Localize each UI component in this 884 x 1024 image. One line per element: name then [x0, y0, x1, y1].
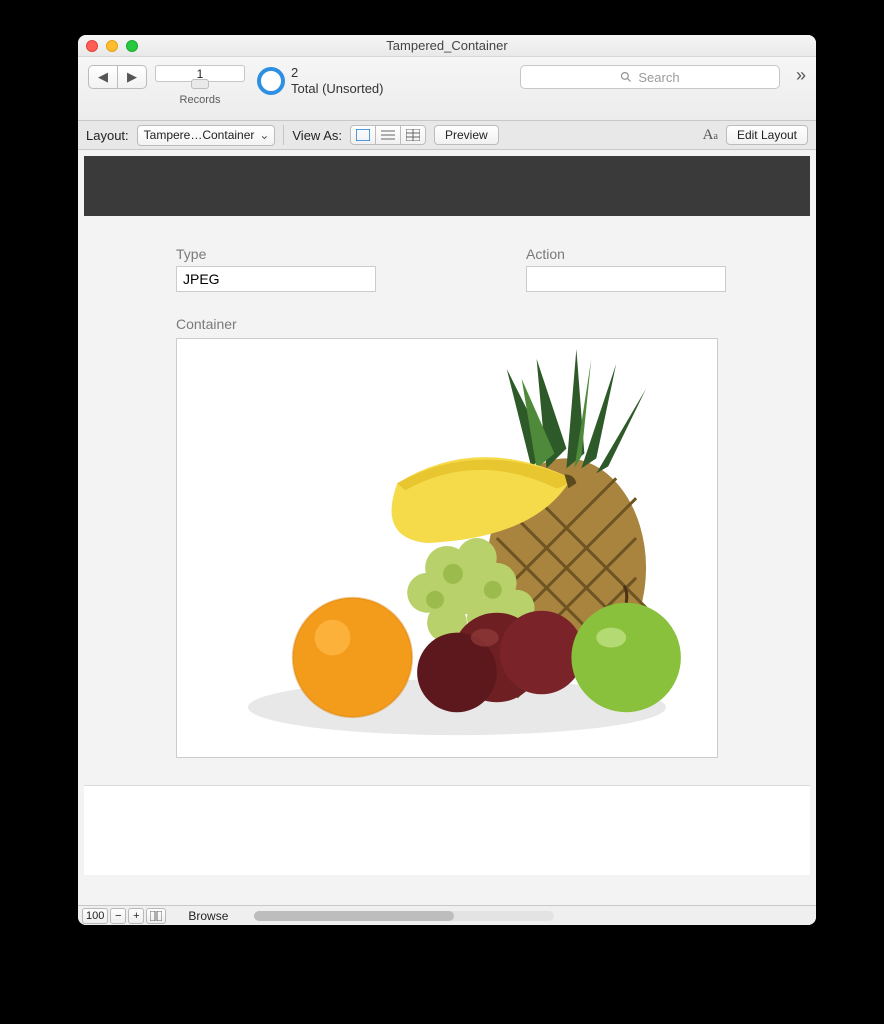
edit-layout-button[interactable]: Edit Layout — [726, 125, 808, 145]
view-list-button[interactable] — [375, 125, 401, 145]
zoom-out-button[interactable]: − — [110, 908, 126, 924]
minimize-window-button[interactable] — [106, 40, 118, 52]
viewas-label: View As: — [292, 128, 342, 143]
divider — [283, 125, 284, 145]
container-label: Container — [176, 316, 816, 332]
action-input[interactable] — [526, 266, 726, 292]
record-slider[interactable]: 1 — [155, 65, 245, 82]
table-view-icon — [406, 129, 420, 141]
app-window: Tampered_Container ◀ ▶ 1 Records 2 Total… — [78, 35, 816, 925]
layout-label: Layout: — [86, 128, 129, 143]
container-image — [177, 339, 717, 757]
zoom-in-button[interactable]: + — [128, 908, 144, 924]
slider-handle[interactable] — [191, 79, 209, 89]
record-nav: ◀ ▶ — [88, 65, 147, 89]
container-field[interactable] — [176, 338, 718, 758]
layout-parts-button[interactable] — [146, 908, 166, 924]
record-count-area[interactable]: 2 Total (Unsorted) — [257, 65, 383, 96]
preview-button[interactable]: Preview — [434, 125, 499, 145]
toolbar-overflow-button[interactable]: » — [796, 65, 806, 86]
list-view-icon — [381, 129, 395, 141]
action-label: Action — [526, 246, 726, 262]
maximize-window-button[interactable] — [126, 40, 138, 52]
type-field: Type — [176, 246, 376, 292]
close-window-button[interactable] — [86, 40, 98, 52]
toolbar: ◀ ▶ 1 Records 2 Total (Unsorted) Search … — [78, 57, 816, 121]
text-format-icon[interactable]: Aa — [703, 127, 718, 144]
search-input[interactable]: Search — [520, 65, 780, 89]
view-table-button[interactable] — [400, 125, 426, 145]
pie-chart-icon — [257, 67, 285, 95]
layout-header-band — [84, 156, 810, 216]
record-total: 2 — [291, 65, 383, 81]
action-field: Action — [526, 246, 726, 292]
sort-state: Total (Unsorted) — [291, 81, 383, 97]
type-label: Type — [176, 246, 376, 262]
window-controls — [86, 40, 138, 52]
horizontal-scrollbar[interactable] — [254, 911, 554, 921]
titlebar: Tampered_Container — [78, 35, 816, 57]
layout-select[interactable]: Tampere…Container — [137, 125, 276, 146]
content-area: Type Action Container — [78, 150, 816, 905]
form-body: Type Action — [78, 216, 816, 292]
search-icon — [620, 71, 632, 83]
layout-parts-icon — [150, 911, 162, 921]
mode-label[interactable]: Browse — [188, 909, 228, 923]
next-record-button[interactable]: ▶ — [117, 65, 147, 89]
prev-record-button[interactable]: ◀ — [88, 65, 118, 89]
statusbar: 100 − + Browse — [78, 905, 816, 925]
form-view-icon — [356, 129, 370, 141]
record-slider-area: 1 Records — [155, 65, 245, 106]
window-title: Tampered_Container — [78, 38, 816, 53]
view-form-button[interactable] — [350, 125, 376, 145]
layout-value: Tampere…Container — [144, 128, 255, 142]
view-mode-buttons — [350, 125, 426, 145]
zoom-value[interactable]: 100 — [82, 908, 108, 924]
layoutbar: Layout: Tampere…Container View As: Previ… — [78, 121, 816, 150]
records-label: Records — [180, 94, 221, 106]
search-placeholder: Search — [638, 70, 679, 85]
type-input[interactable] — [176, 266, 376, 292]
content-footer-gap — [84, 785, 810, 875]
